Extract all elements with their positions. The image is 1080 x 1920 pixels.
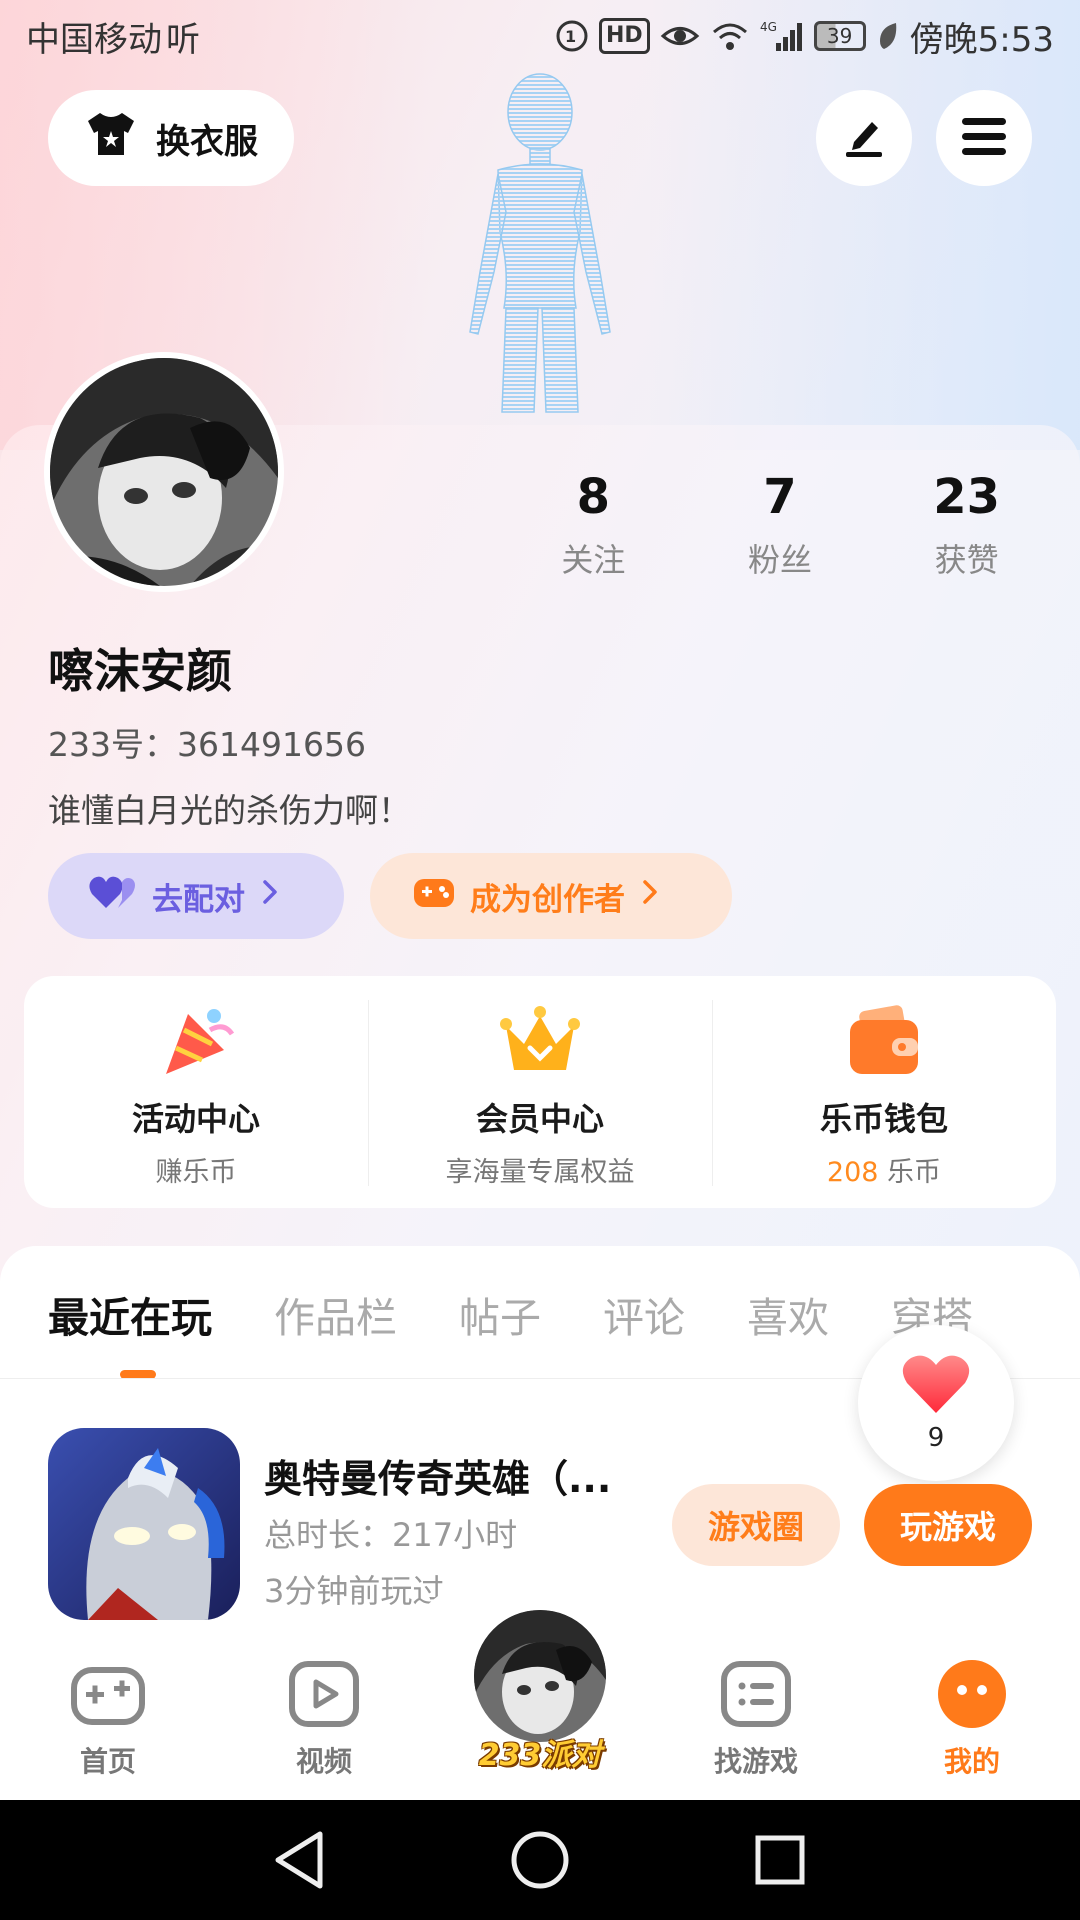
username: 嚓沫安颜: [48, 644, 232, 698]
profile-tabs: 最近在玩 作品栏 帖子 评论 喜欢 穿搭: [48, 1284, 1035, 1344]
back-button[interactable]: [266, 1826, 334, 1894]
status-bar: 中国移动 听 1 HD 4G 39 傍晚5:53: [0, 0, 1080, 72]
tab-works[interactable]: 作品栏: [274, 1284, 397, 1344]
match-label: 去配对: [152, 881, 245, 918]
leaf-icon: [876, 18, 900, 54]
followers-label: 粉丝: [748, 541, 813, 579]
game-total-time: 总时长：217小时: [264, 1516, 518, 1554]
menu-icon: [960, 114, 1008, 162]
wifi-icon: [710, 18, 750, 54]
nav-video[interactable]: 视频: [254, 1656, 394, 1780]
circle-home-icon: [511, 1831, 569, 1889]
crown-icon: [498, 1000, 582, 1084]
become-creator-label: 成为创作者: [470, 881, 625, 918]
followers-stat[interactable]: 7 粉丝: [687, 465, 874, 581]
game-last-played: 3分钟前玩过: [264, 1572, 445, 1610]
status-time: 傍晚5:53: [909, 19, 1054, 60]
likes-label: 获赞: [934, 541, 999, 579]
game-name: 奥特曼传奇英雄（...: [264, 1457, 612, 1501]
become-creator-button[interactable]: 成为创作者: [370, 853, 732, 939]
menu-button[interactable]: [936, 90, 1032, 186]
carrier-suffix: 听: [166, 19, 200, 60]
signal-icon: 4G: [760, 18, 804, 54]
party-icon: [154, 1000, 238, 1084]
profile-screen: 中国移动 听 1 HD 4G 39 傍晚5:53 换衣服 8 关注 7 粉丝 2…: [0, 0, 1080, 1800]
heart-icon: [901, 1353, 971, 1419]
system-navigation-bar: [0, 1800, 1080, 1920]
profile-stats: 8 关注 7 粉丝 23 获赞: [500, 465, 1060, 581]
coin-wallet-title: 乐币钱包: [819, 1100, 948, 1138]
coin-wallet[interactable]: 乐币钱包 208 乐币: [712, 976, 1056, 1208]
nav-find-games[interactable]: 找游戏: [686, 1656, 826, 1780]
tab-posts[interactable]: 帖子: [459, 1284, 541, 1344]
shirt-icon: [84, 109, 138, 168]
party-center-label: 233派对: [478, 1738, 602, 1773]
coin-balance: 208: [826, 1157, 879, 1188]
network-type-text: 4G: [760, 20, 777, 34]
coin-unit: 乐币: [878, 1157, 942, 1188]
activity-center-title: 活动中心: [131, 1100, 260, 1138]
nav-profile[interactable]: 我的: [902, 1656, 1042, 1780]
following-stat[interactable]: 8 关注: [500, 465, 687, 581]
party-center-button[interactable]: [470, 1606, 610, 1746]
profile-face-icon: [934, 1656, 1010, 1732]
avatar-image: [50, 358, 278, 586]
member-center-subtitle: 享海量专属权益: [445, 1157, 635, 1188]
avatar-hologram[interactable]: [440, 72, 640, 427]
svg-text:1: 1: [565, 27, 576, 46]
likes-count: 23: [933, 469, 1001, 525]
gamepad-icon: [70, 1656, 146, 1732]
square-recents-icon: [755, 1835, 805, 1885]
feature-row: 活动中心 赚乐币 会员中心 享海量专属权益 乐币钱包 208 乐币: [24, 976, 1056, 1208]
nav-home[interactable]: 首页: [38, 1656, 178, 1780]
following-count: 8: [576, 469, 611, 525]
member-center-title: 会员中心: [475, 1100, 604, 1138]
member-center[interactable]: 会员中心 享海量专属权益: [368, 976, 712, 1208]
volte-icon: 1: [555, 18, 589, 54]
followers-count: 7: [763, 469, 797, 525]
nav-profile-label: 我的: [943, 1745, 1000, 1778]
likes-stat[interactable]: 23 获赞: [873, 465, 1060, 581]
nav-find-games-label: 找游戏: [713, 1745, 798, 1778]
hd-badge: HD: [598, 18, 650, 54]
pen-icon: [840, 112, 888, 164]
wallet-icon: [842, 1000, 926, 1084]
game-circle-button[interactable]: 游戏圈: [672, 1484, 840, 1566]
video-icon: [286, 1656, 362, 1732]
chevron-right-icon: [259, 877, 281, 915]
tab-comments[interactable]: 评论: [603, 1284, 685, 1344]
nav-video-label: 视频: [295, 1745, 352, 1778]
profile-avatar[interactable]: [44, 352, 284, 592]
game-icon-image: [48, 1428, 240, 1620]
play-game-button[interactable]: 玩游戏: [864, 1484, 1032, 1566]
recents-button[interactable]: [746, 1826, 814, 1894]
user-bio: 谁懂白月光的杀伤力啊！: [48, 791, 411, 830]
eye-comfort-icon: [660, 18, 700, 54]
home-button[interactable]: [506, 1826, 574, 1894]
tab-likes[interactable]: 喜欢: [747, 1284, 829, 1344]
list-icon: [718, 1656, 794, 1732]
activity-center-subtitle: 赚乐币: [155, 1157, 237, 1188]
tab-recently-played[interactable]: 最近在玩: [48, 1284, 212, 1344]
bottom-navigation: 首页 视频 233派对 找游戏 我的: [0, 1572, 1080, 1800]
battery-indicator: 39: [813, 21, 866, 51]
activity-center[interactable]: 活动中心 赚乐币: [24, 976, 368, 1208]
status-right: 1 HD 4G 39 傍晚5:53: [555, 12, 1054, 61]
change-outfit-label: 换衣服: [156, 121, 258, 162]
status-left: 中国移动 听: [26, 12, 200, 61]
edit-profile-button[interactable]: [816, 90, 912, 186]
chevron-right-icon: [639, 877, 661, 915]
triangle-back-icon: [275, 1831, 323, 1889]
change-outfit-button[interactable]: 换衣服: [48, 90, 294, 186]
following-label: 关注: [561, 541, 626, 579]
coin-wallet-subtitle: 208 乐币: [712, 1150, 1056, 1189]
game-controller-icon: [412, 873, 456, 919]
match-button[interactable]: 去配对: [48, 853, 344, 939]
user-id[interactable]: 233号：361491656: [48, 718, 366, 766]
nav-home-label: 首页: [79, 1745, 136, 1778]
carrier-name: 中国移动: [26, 19, 162, 60]
double-heart-icon: [88, 874, 138, 918]
